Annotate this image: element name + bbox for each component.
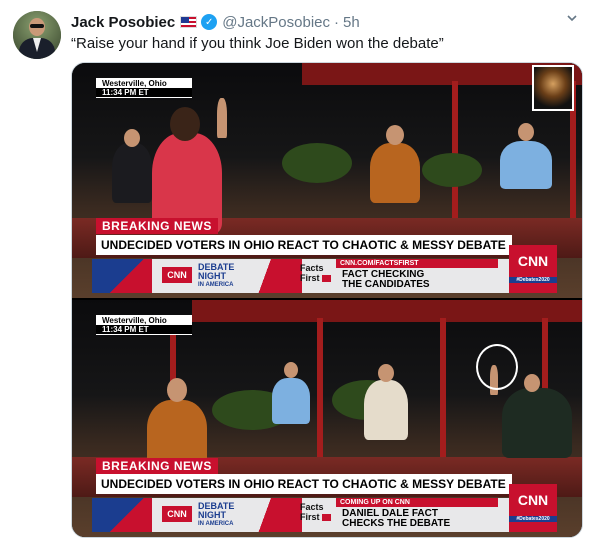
chyron-headline: UNDECIDED VOTERS IN OHIO REACT TO CHAOTI… — [96, 474, 512, 494]
voter-figure — [500, 123, 552, 189]
facts-first-line: Facts — [300, 263, 324, 273]
location-bug: Westerville, Ohio 11:34 PM ET — [96, 78, 192, 98]
facts-first-line: Facts — [300, 502, 324, 512]
debate-night-logo: DEBATE NIGHT IN AMERICA — [198, 502, 234, 529]
stage-pillar — [317, 318, 323, 468]
video-frame-2: Westerville, Ohio 11:34 PM ET BREAKING N… — [72, 300, 582, 537]
ticker-topline: CNN.COM/FACTSFIRST — [336, 259, 498, 268]
shrub — [282, 143, 352, 183]
voter-figure — [502, 374, 572, 458]
breaking-news-label: BREAKING NEWS — [96, 218, 218, 234]
cnn-logo-large: CNN #Debates2020 — [509, 245, 557, 293]
lower-ticker: CNN DEBATE NIGHT IN AMERICA Facts First … — [92, 245, 557, 293]
ticker-main-text: DANIEL DALE FACT CHECKS THE DEBATE — [342, 509, 450, 529]
ticker-main-line: THE CANDIDATES — [342, 279, 430, 290]
ticker-stripe — [92, 259, 152, 293]
author-avatar[interactable] — [13, 11, 61, 59]
cnn-logo-small: CNN — [162, 506, 192, 522]
cnn-logo-tag: #Debates2020 — [509, 277, 557, 283]
cnn-logo-tag: #Debates2020 — [509, 516, 557, 522]
debate-night-line: NIGHT — [198, 510, 226, 520]
cnn-logo-text: CNN — [517, 253, 549, 269]
author-handle[interactable]: @JackPosobiec — [222, 14, 330, 31]
tweet-timestamp[interactable]: 5h — [343, 14, 360, 31]
us-flag-icon — [180, 16, 198, 28]
stage-pillar — [452, 81, 458, 221]
stage-pillar — [440, 318, 446, 468]
voter-figure — [364, 364, 408, 440]
voter-figure — [370, 125, 420, 203]
location-time: 11:34 PM ET — [96, 325, 192, 334]
author-name[interactable]: Jack Posobiec — [71, 14, 175, 31]
shrub — [422, 153, 482, 187]
tweet-text: “Raise your hand if you think Joe Biden … — [71, 35, 444, 52]
debate-night-line: NIGHT — [198, 271, 226, 281]
location-text: Westerville, Ohio — [102, 316, 167, 325]
facts-first-logo: Facts First — [300, 263, 332, 283]
tweet-media-image[interactable]: Westerville, Ohio 11:34 PM ET BREAKING N… — [71, 62, 583, 538]
check-icon — [322, 514, 332, 522]
ticker-red-stripe — [242, 498, 302, 532]
location-text: Westerville, Ohio — [102, 79, 167, 88]
ticker-main-text: FACT CHECKING THE CANDIDATES — [342, 270, 430, 290]
cnn-logo-large: CNN #Debates2020 — [509, 484, 557, 532]
facts-first-line: First — [300, 273, 320, 283]
ticker-stripe — [92, 498, 152, 532]
highlight-circle — [476, 344, 518, 390]
cnn-logo-small: CNN — [162, 267, 192, 283]
chyron-headline: UNDECIDED VOTERS IN OHIO REACT TO CHAOTI… — [96, 235, 512, 255]
tweet-header: Jack Posobiec ✓ @JackPosobiec · 5h — [71, 12, 360, 32]
facts-first-logo: Facts First — [300, 502, 332, 522]
debate-night-line: IN AMERICA — [198, 282, 234, 288]
location-bug: Westerville, Ohio 11:34 PM ET — [96, 315, 192, 335]
separator-dot: · — [334, 13, 340, 31]
stage-roof — [192, 300, 582, 322]
breaking-news-label: BREAKING NEWS — [96, 458, 218, 474]
voter-figure — [272, 362, 310, 424]
chevron-down-icon[interactable] — [565, 11, 579, 25]
facts-first-line: First — [300, 512, 320, 522]
ticker-red-stripe — [242, 259, 302, 293]
corner-thumbnail — [532, 65, 574, 111]
location-time: 11:34 PM ET — [96, 88, 192, 97]
ticker-topline: COMING UP ON CNN — [336, 498, 498, 507]
check-icon — [322, 275, 332, 283]
cnn-logo-text: CNN — [517, 492, 549, 508]
lower-ticker: CNN DEBATE NIGHT IN AMERICA Facts First … — [92, 484, 557, 532]
debate-night-logo: DEBATE NIGHT IN AMERICA — [198, 263, 234, 290]
verified-badge-icon: ✓ — [201, 14, 218, 30]
raised-hand — [217, 98, 227, 138]
ticker-main-line: CHECKS THE DEBATE — [342, 518, 451, 529]
voter-figure — [112, 129, 152, 203]
video-frame-1: Westerville, Ohio 11:34 PM ET BREAKING N… — [72, 63, 582, 298]
debate-night-line: IN AMERICA — [198, 521, 234, 527]
